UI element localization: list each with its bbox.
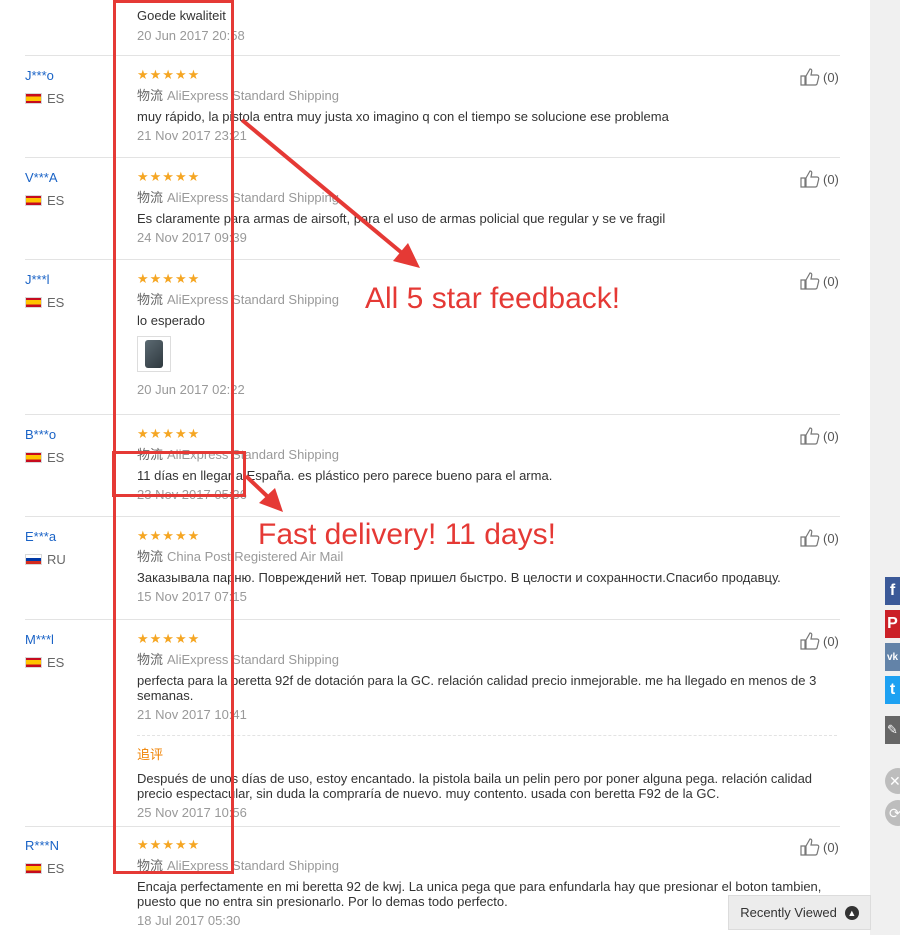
flag-es-icon <box>25 297 42 308</box>
buyer-country: ES <box>25 861 64 876</box>
buyer-country: ES <box>25 91 64 106</box>
facebook-icon: f <box>889 582 896 599</box>
followup-separator <box>137 735 837 736</box>
buyer-name[interactable]: B***o <box>25 427 56 442</box>
review-date: 21 Nov 2017 10:41 <box>137 707 247 722</box>
helpful-count: (0) <box>823 69 839 85</box>
helpful-button[interactable]: (0) <box>800 838 839 856</box>
shipping-method: 物流 AliExpress Standard Shipping <box>137 88 837 104</box>
helpful-count: (0) <box>823 530 839 546</box>
edit-share-button[interactable]: ✎ <box>885 716 900 744</box>
buyer-country: ES <box>25 295 64 310</box>
followup-label: 追评 <box>137 747 164 762</box>
review-date: 15 Nov 2017 07:15 <box>137 589 247 604</box>
stars-arrow-head <box>393 243 420 268</box>
country-code: ES <box>47 450 65 465</box>
buyer-country: ES <box>25 655 64 670</box>
recently-viewed-label: Recently Viewed <box>740 905 837 920</box>
review-text: perfecta para la beretta 92f de dotación… <box>137 673 817 703</box>
review-date: 24 Nov 2017 09:39 <box>137 230 247 245</box>
buyer-name[interactable]: V***A <box>25 170 58 185</box>
right-gutter <box>870 0 900 935</box>
helpful-button[interactable]: (0) <box>800 427 839 445</box>
edit-icon: ✎ <box>887 722 898 737</box>
thumbs-up-icon <box>800 529 820 547</box>
helpful-button[interactable]: (0) <box>800 272 839 290</box>
thumbs-up-icon <box>800 427 820 445</box>
delivery-highlight-box <box>112 451 246 497</box>
star-rating: ★★★★★ <box>137 169 201 184</box>
buyer-name[interactable]: M***l <box>25 632 54 647</box>
country-code: ES <box>47 91 65 106</box>
helpful-button[interactable]: (0) <box>800 632 839 650</box>
thumbs-up-icon <box>800 838 820 856</box>
review-text: Заказывала парню. Повреждений нет. Товар… <box>137 570 781 585</box>
close-icon: ✕ <box>889 772 900 789</box>
buyer-name[interactable]: E***a <box>25 529 56 544</box>
followup-date: 25 Nov 2017 10:56 <box>137 805 247 820</box>
buyer-country: ES <box>25 450 64 465</box>
buyer-country: RU <box>25 552 66 567</box>
helpful-button[interactable]: (0) <box>800 529 839 547</box>
star-rating: ★★★★★ <box>137 631 201 646</box>
review-date: 20 Jun 2017 20:58 <box>137 28 245 43</box>
country-code: ES <box>47 193 65 208</box>
buyer-country: ES <box>25 193 64 208</box>
flag-es-icon <box>25 93 42 104</box>
vk-icon: vk <box>886 651 899 663</box>
shipping-method: 物流 AliExpress Standard Shipping <box>137 652 837 668</box>
helpful-count: (0) <box>823 171 839 187</box>
review-date: 21 Nov 2017 23:21 <box>137 128 247 143</box>
delivery-annotation-text: Fast delivery! 11 days! <box>258 518 556 551</box>
buyer-name[interactable]: J***l <box>25 272 50 287</box>
stars-highlight-box <box>113 0 234 874</box>
helpful-count: (0) <box>823 428 839 444</box>
review-date: 20 Jun 2017 02:22 <box>137 382 245 397</box>
stars-annotation-text: All 5 star feedback! <box>365 282 621 315</box>
pinterest-share-button[interactable]: P <box>885 610 900 638</box>
refresh-icon: ⟳ <box>889 804 900 821</box>
flag-es-icon <box>25 195 42 206</box>
buyer-name[interactable]: R***N <box>25 838 59 853</box>
twitter-icon: t <box>889 681 896 698</box>
thumbs-up-icon <box>800 632 820 650</box>
flag-es-icon <box>25 452 42 463</box>
flag-ru-icon <box>25 554 42 565</box>
helpful-count: (0) <box>823 633 839 649</box>
facebook-share-button[interactable]: f <box>885 577 900 605</box>
chevron-up-icon: ▲ <box>844 905 859 920</box>
shipping-method: 物流 AliExpress Standard Shipping <box>137 858 837 874</box>
followup-text: Después de unos días de uso, estoy encan… <box>137 771 813 801</box>
buyer-name[interactable]: J***o <box>25 68 54 83</box>
thumbs-up-icon <box>800 68 820 86</box>
country-code: RU <box>47 552 66 567</box>
helpful-count: (0) <box>823 839 839 855</box>
review-text: Goede kwaliteit <box>137 8 226 23</box>
star-rating: ★★★★★ <box>137 426 201 441</box>
country-code: ES <box>47 655 65 670</box>
review-text: Es claramente para armas de airsoft, par… <box>137 211 666 226</box>
star-rating: ★★★★★ <box>137 67 201 82</box>
helpful-button[interactable]: (0) <box>800 170 839 188</box>
thumbs-up-icon <box>800 170 820 188</box>
helpful-button[interactable]: (0) <box>800 68 839 86</box>
review-text: muy rápido, la pistola entra muy justa x… <box>137 109 669 124</box>
flag-es-icon <box>25 657 42 668</box>
helpful-count: (0) <box>823 273 839 289</box>
flag-es-icon <box>25 863 42 874</box>
country-code: ES <box>47 295 65 310</box>
thumbs-up-icon <box>800 272 820 290</box>
recently-viewed-button[interactable]: Recently Viewed ▲ <box>728 895 871 930</box>
star-rating: ★★★★★ <box>137 837 201 852</box>
country-code: ES <box>47 861 65 876</box>
twitter-share-button[interactable]: t <box>885 676 900 704</box>
shipping-method: 物流 AliExpress Standard Shipping <box>137 190 837 206</box>
vk-share-button[interactable]: vk <box>885 643 900 671</box>
pinterest-icon: P <box>887 615 898 632</box>
